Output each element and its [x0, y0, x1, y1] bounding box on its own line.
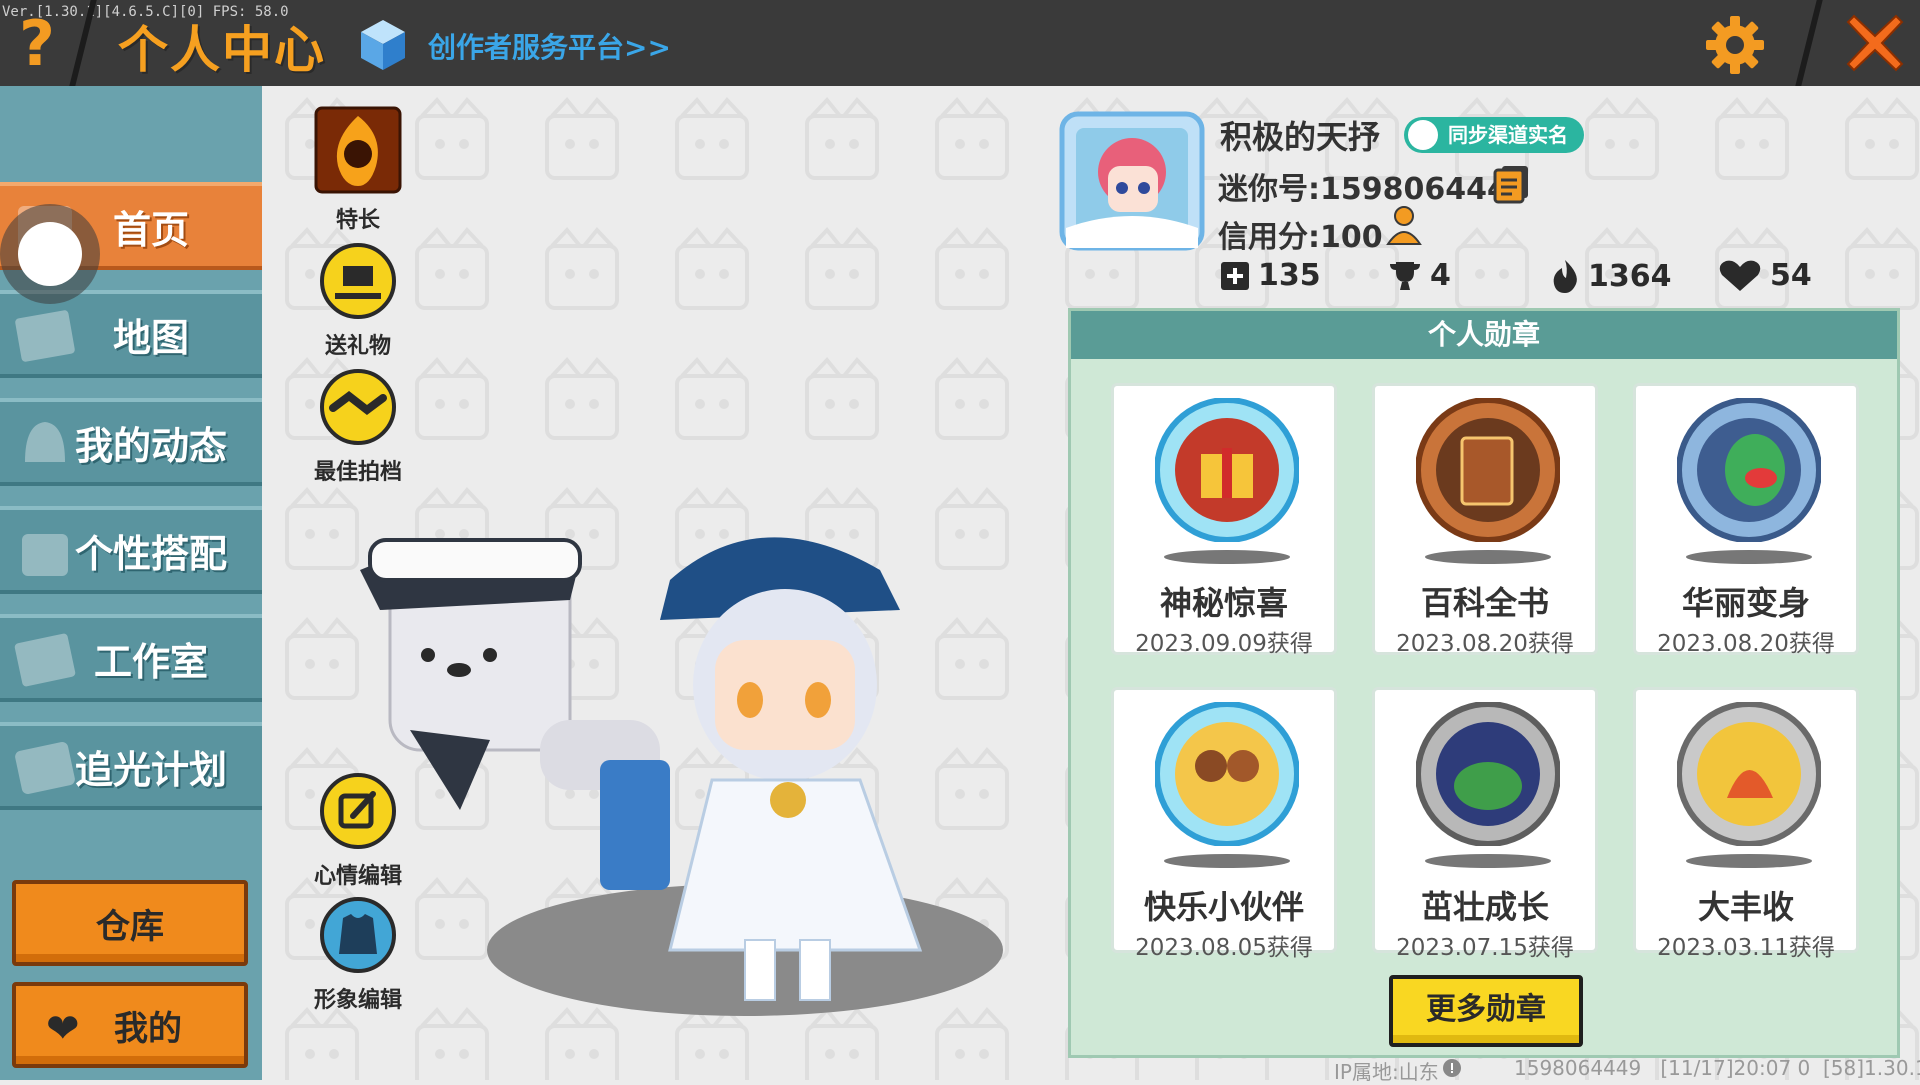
gift-hand-icon [320, 243, 396, 319]
medal-panel-title: 个人勋章 [1071, 311, 1897, 359]
sidebar-item-chasing-light[interactable]: 追光计划 [0, 722, 262, 810]
plus-icon [1221, 261, 1249, 290]
stat-trophy-value: 4 [1430, 258, 1451, 293]
medal-shadow [1686, 854, 1812, 868]
ip-location: IP属地:山东 [1334, 1060, 1439, 1084]
close-icon[interactable] [1844, 12, 1906, 74]
sync-badge-label: 同步渠道实名 [1448, 123, 1568, 147]
creator-platform-link[interactable]: 创作者服务平台>> [428, 26, 671, 66]
frog-medal-icon [1416, 702, 1560, 846]
heart-icon [1719, 260, 1761, 291]
gear-icon[interactable] [1704, 14, 1766, 76]
character-icon [22, 534, 68, 576]
more-medals-button[interactable]: 更多勋章 [1389, 975, 1583, 1047]
stat-heart-value: 54 [1770, 258, 1812, 293]
medal-shadow [1164, 550, 1290, 564]
stat-trophy: 4 [1388, 258, 1451, 293]
medal-name: 快乐小伙伴 [1143, 888, 1304, 926]
medal-date: 2023.09.09获得 [1135, 631, 1313, 657]
medal-shadow [1425, 550, 1551, 564]
sync-realname-badge[interactable]: 同步渠道实名 [1404, 117, 1584, 153]
medal-panel: 个人勋章 神秘惊喜 2023.09.09获得 百科全书 2023.08.20获得… [1068, 308, 1900, 1058]
bell-icon [25, 422, 65, 462]
sidebar-item-studio[interactable]: 工作室 [0, 614, 262, 702]
book-medal-icon [1416, 398, 1560, 542]
medal-date: 2023.03.11获得 [1657, 935, 1835, 961]
medal-shadow [1425, 854, 1551, 868]
sidebar-item-map[interactable]: 地图 [0, 290, 262, 378]
studio-icon [14, 633, 76, 687]
page-title: 个人中心 [118, 21, 326, 79]
sidebar-item-label: 首页 [112, 207, 189, 252]
harvest-medal-icon [1677, 702, 1821, 846]
best-partner-button[interactable]: 最佳拍档 [298, 368, 418, 486]
info-icon[interactable] [1442, 1058, 1462, 1078]
medal-shadow [1686, 550, 1812, 564]
sidebar-item-outfit[interactable]: 个性搭配 [0, 506, 262, 594]
user-verified-icon [1408, 120, 1438, 150]
nickname: 积极的天抒 [1220, 118, 1381, 156]
medal-name: 华丽变身 [1681, 584, 1810, 622]
sidebar-item-activity[interactable]: 我的动态 [0, 398, 262, 486]
touch-indicator [18, 222, 82, 286]
medal-card[interactable]: 神秘惊喜 2023.09.09获得 [1111, 383, 1337, 657]
medal-shadow [1164, 854, 1290, 868]
warehouse-button-label: 仓库 [96, 906, 164, 947]
medal-date: 2023.07.15获得 [1396, 935, 1574, 961]
handshake-icon [320, 369, 396, 445]
fire-skill-icon [314, 106, 402, 194]
avatar[interactable] [1056, 108, 1208, 254]
trophy-icon [1390, 261, 1420, 290]
copy-icon[interactable] [1492, 164, 1532, 204]
stat-fire: 1364 [1550, 258, 1672, 294]
credit-score: 信用分:100 [1218, 220, 1383, 255]
heart-icon: ❤ [46, 1006, 80, 1052]
help-button[interactable]: ? [12, 13, 62, 75]
medal-card[interactable]: 华丽变身 2023.08.20获得 [1633, 383, 1859, 657]
mini-id: 迷你号:1598064449 [1218, 172, 1529, 207]
medal-date: 2023.08.20获得 [1396, 631, 1574, 657]
character-preview[interactable] [340, 480, 1070, 1040]
medal-card[interactable]: 大丰收 2023.03.11获得 [1633, 687, 1859, 961]
sidebar-item-label: 地图 [112, 315, 189, 360]
footer-info: 1598064449 [11/17]20:07 0 [58]1.30.1 [1514, 1056, 1920, 1080]
medal-date: 2023.08.05获得 [1135, 935, 1313, 961]
medal-name: 神秘惊喜 [1159, 584, 1288, 622]
gift-medal-icon [1155, 398, 1299, 542]
cube-icon [361, 20, 405, 70]
medal-card[interactable]: 快乐小伙伴 2023.08.05获得 [1111, 687, 1337, 961]
top-bar: Ver.[1.30.1][4.6.5.C][0] FPS: 58.0 ? 个人中… [0, 0, 1920, 86]
mine-button[interactable]: ❤ 我的 [12, 982, 248, 1068]
medal-card[interactable]: 茁壮成长 2023.07.15获得 [1372, 687, 1598, 961]
map-icon [15, 310, 75, 362]
fire-icon [1553, 260, 1577, 293]
specialty-button[interactable]: 特长 [298, 106, 418, 234]
medal-name: 茁壮成长 [1420, 888, 1549, 926]
medal-date: 2023.08.20获得 [1657, 631, 1835, 657]
stat-plus-value: 135 [1258, 258, 1321, 293]
stat-fire-value: 1364 [1588, 258, 1672, 294]
credit-person-icon[interactable] [1384, 204, 1428, 248]
stat-plus: 135 [1220, 258, 1321, 293]
mine-button-label: 我的 [114, 1008, 182, 1049]
star-card-icon [15, 741, 75, 795]
medal-name: 百科全书 [1420, 584, 1549, 622]
friends-medal-icon [1155, 702, 1299, 846]
send-gift-button[interactable]: 送礼物 [298, 242, 418, 360]
divider [1795, 0, 1823, 86]
warehouse-button[interactable]: 仓库 [12, 880, 248, 966]
specialty-label: 特长 [335, 208, 380, 233]
dino-medal-icon [1677, 398, 1821, 542]
send-gift-label: 送礼物 [324, 334, 391, 359]
medal-name: 大丰收 [1697, 888, 1794, 926]
medal-card[interactable]: 百科全书 2023.08.20获得 [1372, 383, 1598, 657]
stat-heart: 54 [1718, 258, 1812, 293]
